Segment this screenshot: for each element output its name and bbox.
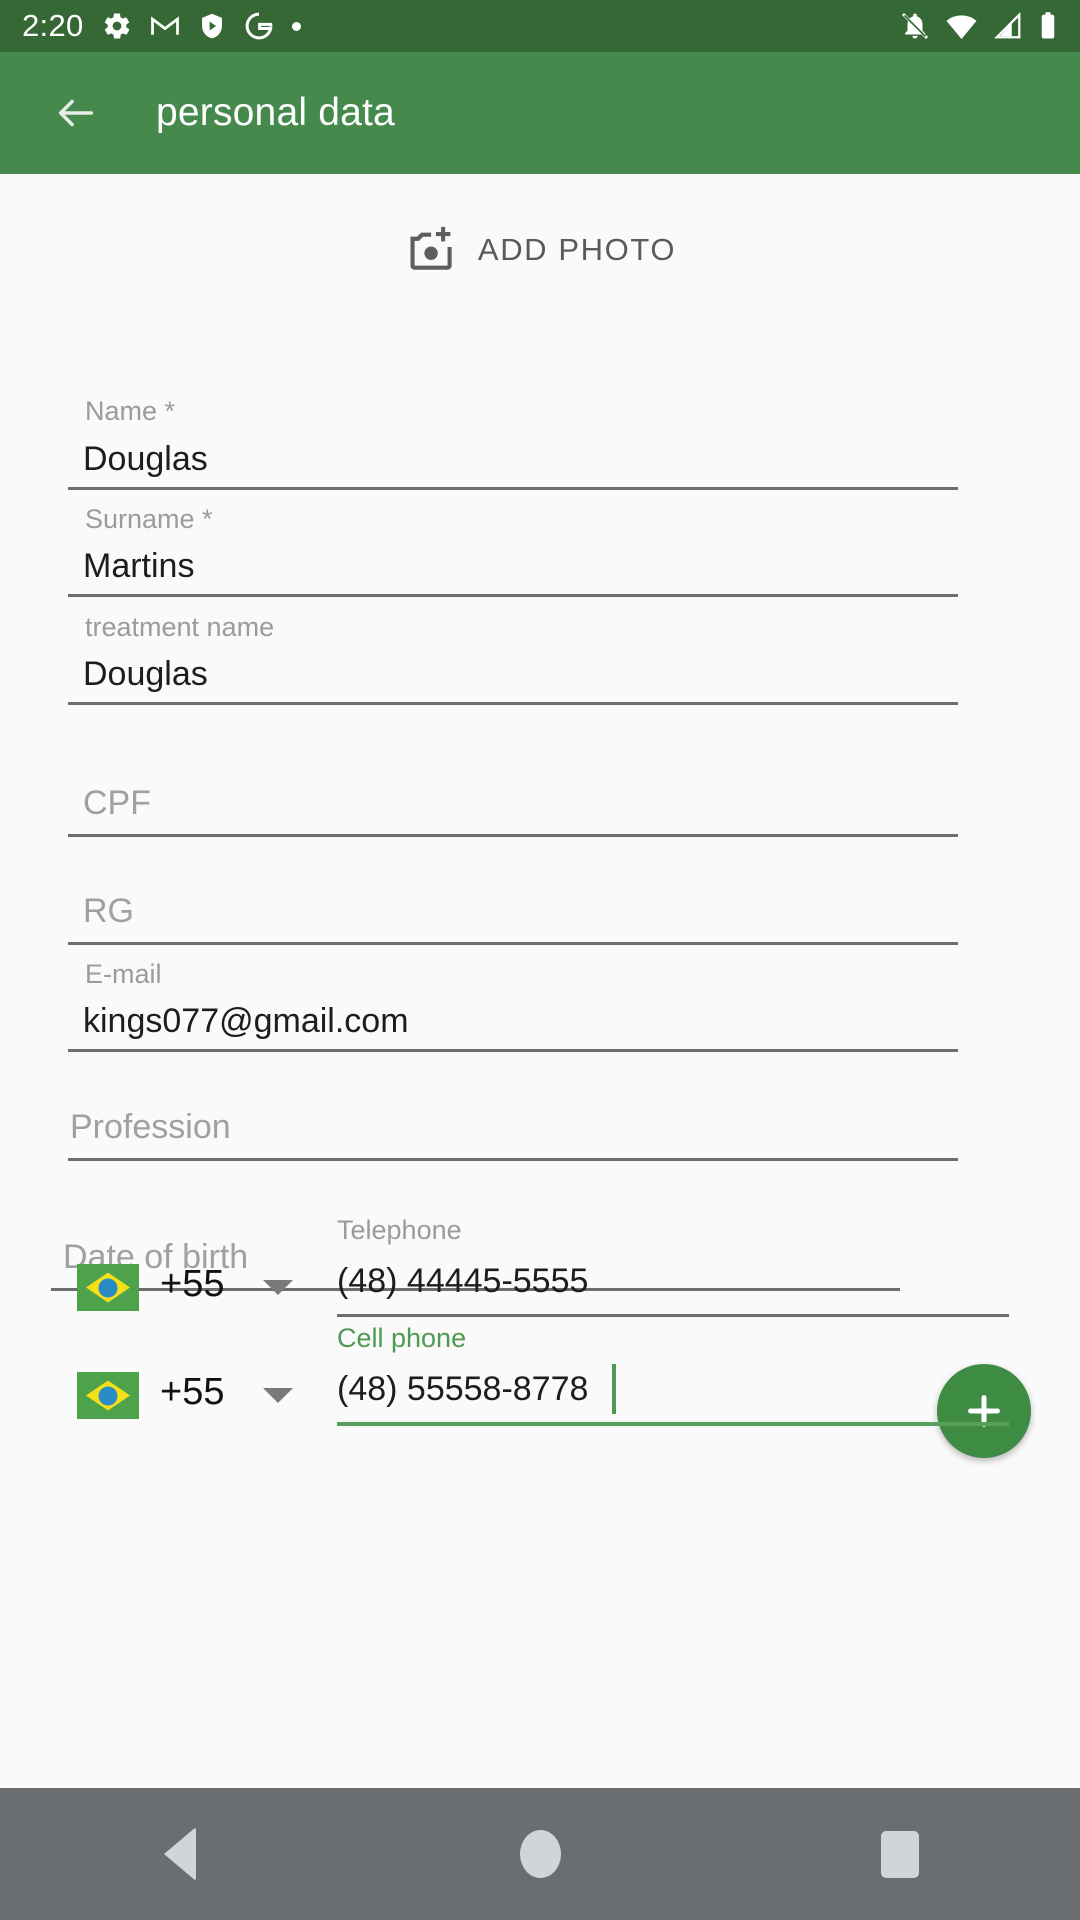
flag-globe bbox=[98, 1278, 118, 1297]
dot-icon bbox=[291, 21, 301, 31]
phone-row-cell-phone: Cell phone +55 (48) 55558-8778 bbox=[0, 1302, 1080, 1426]
nav-recents-button[interactable] bbox=[825, 1788, 975, 1920]
field-name-value: Douglas bbox=[83, 440, 208, 478]
gear-icon bbox=[104, 13, 129, 39]
status-bar: 2:20 bbox=[0, 0, 1080, 52]
field-treatment-name-label: treatment name bbox=[85, 612, 275, 642]
field-profession-placeholder: Profession bbox=[70, 1108, 231, 1146]
google-icon bbox=[245, 12, 273, 40]
country-code-cell-phone[interactable]: +55 bbox=[160, 1371, 224, 1414]
field-rg-underline bbox=[68, 942, 958, 945]
flag-globe bbox=[98, 1386, 118, 1405]
field-surname-label: Surname * bbox=[85, 504, 213, 534]
field-surname-underline bbox=[68, 594, 958, 597]
field-cpf-placeholder: CPF bbox=[83, 784, 151, 822]
android-navigation-bar bbox=[0, 1788, 1080, 1920]
field-profession-underline bbox=[68, 1158, 958, 1161]
app-bar: personal data bbox=[0, 52, 1080, 174]
cellular-signal-icon bbox=[994, 12, 1021, 39]
recents-square-icon bbox=[881, 1830, 919, 1878]
home-circle-icon bbox=[519, 1830, 561, 1878]
add-a-photo-icon bbox=[410, 226, 452, 270]
nav-back-button[interactable] bbox=[105, 1788, 255, 1920]
text-cursor bbox=[612, 1364, 616, 1414]
nav-home-button[interactable] bbox=[465, 1788, 615, 1920]
field-treatment-name-value: Douglas bbox=[83, 655, 208, 693]
field-surname-value: Martins bbox=[83, 547, 195, 585]
field-email-value: kings077@gmail.com bbox=[83, 1002, 409, 1040]
back-button[interactable] bbox=[48, 85, 104, 141]
form-scroll-container: ADD PHOTO Name * Douglas Surname * Marti… bbox=[0, 174, 1080, 1788]
page-title: personal data bbox=[156, 91, 395, 134]
chevron-down-icon[interactable] bbox=[263, 1388, 293, 1403]
country-code-telephone[interactable]: +55 bbox=[160, 1263, 224, 1306]
field-cell-phone-value[interactable]: (48) 55558-8778 bbox=[337, 1370, 588, 1409]
status-bar-clock: 2:20 bbox=[22, 8, 84, 43]
field-telephone-value: (48) 44445-5555 bbox=[337, 1262, 589, 1300]
notifications-off-icon bbox=[901, 12, 929, 40]
field-name-underline bbox=[68, 487, 958, 490]
brazil-flag-icon[interactable] bbox=[77, 1372, 139, 1419]
field-email-underline bbox=[68, 1049, 958, 1052]
play-protect-icon bbox=[201, 13, 222, 39]
add-photo-button[interactable]: ADD PHOTO bbox=[0, 224, 1080, 276]
field-telephone-label: Telephone bbox=[337, 1215, 462, 1245]
field-email-label: E-mail bbox=[85, 959, 162, 989]
gmail-icon bbox=[150, 16, 179, 35]
back-triangle-icon bbox=[164, 1827, 196, 1881]
field-cell-phone-label: Cell phone bbox=[337, 1323, 467, 1353]
field-cell-phone-underline bbox=[337, 1422, 1009, 1426]
field-cpf-underline bbox=[68, 834, 958, 837]
field-treatment-name-underline bbox=[68, 702, 958, 705]
chevron-down-icon[interactable] bbox=[263, 1280, 293, 1295]
field-rg-placeholder: RG bbox=[83, 892, 134, 930]
field-name-label: Name * bbox=[85, 396, 176, 426]
battery-icon bbox=[1041, 12, 1055, 39]
arrow-left-icon bbox=[58, 99, 94, 127]
status-bar-right-group bbox=[900, 11, 1058, 41]
add-photo-label: ADD PHOTO bbox=[477, 232, 677, 267]
wifi-icon bbox=[946, 15, 977, 39]
phone-row-telephone: Telephone +55 (48) 44445-5555 bbox=[0, 1194, 1080, 1317]
status-bar-left-group: 2:20 bbox=[22, 8, 301, 44]
